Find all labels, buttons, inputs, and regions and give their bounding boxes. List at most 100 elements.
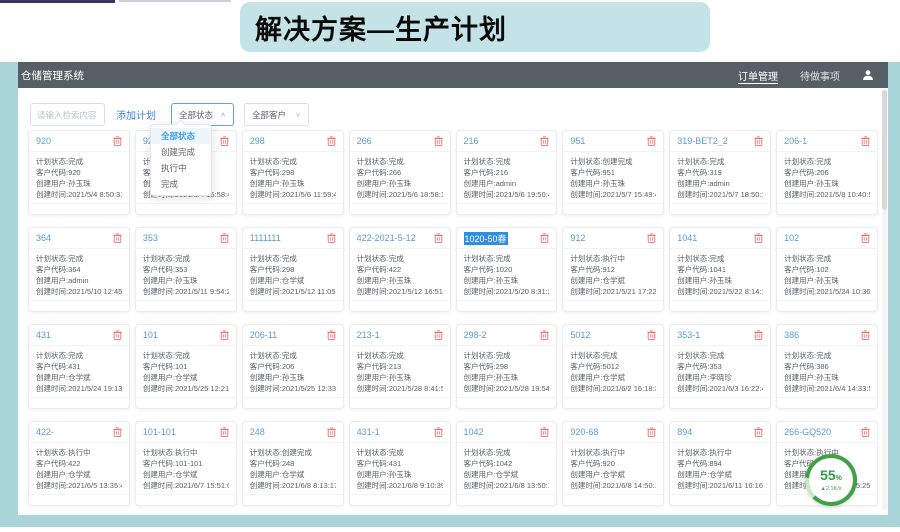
plan-id[interactable]: 216 (464, 136, 479, 146)
delete-icon[interactable] (754, 330, 763, 340)
dropdown-option[interactable]: 完成 (151, 176, 211, 192)
delete-icon[interactable] (327, 427, 336, 437)
plan-card[interactable]: 101-101 计划状态:执行中 客户代码:101-101 创建用户:仓学斌 创… (135, 421, 237, 506)
dropdown-option[interactable]: 执行中 (151, 160, 211, 176)
plan-card[interactable]: 319-BET2_2 计划状态:完成 客户代码:319 创建用户:admin 创… (669, 130, 771, 215)
plan-id[interactable]: 319-BET2_2 (677, 136, 728, 146)
plan-id[interactable]: 102 (784, 233, 799, 243)
plan-card[interactable]: 213-1 计划状态:完成 客户代码:213 创建用户:孙玉珠 创建时间:202… (349, 324, 451, 409)
delete-icon[interactable] (113, 136, 122, 146)
delete-icon[interactable] (220, 136, 229, 146)
plan-id[interactable]: 894 (677, 427, 692, 437)
plan-id[interactable]: 101 (143, 330, 158, 340)
dropdown-option[interactable]: 创建完成 (151, 144, 211, 160)
add-plan-button[interactable]: 添加计划 (116, 107, 156, 122)
plan-card[interactable]: 206-11 计划状态:完成 客户代码:206 创建用户:孙玉珠 创建时间:20… (242, 324, 344, 409)
delete-icon[interactable] (113, 330, 122, 340)
plan-card[interactable]: 422- 计划状态:执行中 客户代码:422 创建用户:仓学斌 创建时间:202… (28, 421, 130, 506)
delete-icon[interactable] (220, 427, 229, 437)
plan-card[interactable]: 101 计划状态:完成 客户代码:101 创建用户:仓学斌 创建时间:2021/… (135, 324, 237, 409)
delete-icon[interactable] (754, 233, 763, 243)
delete-icon[interactable] (113, 233, 122, 243)
plan-id[interactable]: 101-101 (143, 427, 176, 437)
plan-id[interactable]: 1111111 (250, 233, 281, 243)
delete-icon[interactable] (540, 330, 549, 340)
plan-id[interactable]: 266 (357, 136, 372, 146)
plan-card[interactable]: 951 计划状态:创建完成 客户代码:951 创建用户:孙玉珠 创建时间:202… (562, 130, 664, 215)
plan-id[interactable]: 1020-50春 (464, 232, 508, 245)
plan-id[interactable]: 951 (570, 136, 585, 146)
plan-id[interactable]: 213-1 (357, 330, 380, 340)
scrollbar-thumb[interactable] (882, 90, 887, 210)
delete-icon[interactable] (540, 233, 549, 243)
search-input[interactable] (30, 103, 105, 126)
plan-id[interactable]: 364 (36, 233, 51, 243)
delete-icon[interactable] (647, 136, 656, 146)
customer-select[interactable]: 全部客户 ∨ (244, 103, 309, 126)
plan-id[interactable]: 298 (250, 136, 265, 146)
delete-icon[interactable] (327, 233, 336, 243)
plan-id[interactable]: 920-68 (570, 427, 598, 437)
plan-id[interactable]: 248 (250, 427, 265, 437)
plan-id[interactable]: 353 (143, 233, 158, 243)
delete-icon[interactable] (647, 427, 656, 437)
plan-card[interactable]: 5012 计划状态:完成 客户代码:5012 创建用户:仓学斌 创建时间:202… (562, 324, 664, 409)
delete-icon[interactable] (861, 427, 870, 437)
delete-icon[interactable] (861, 233, 870, 243)
plan-id[interactable]: 5012 (570, 330, 590, 340)
plan-card[interactable]: 1041 计划状态:完成 客户代码:1041 创建用户:孙玉珠 创建时间:202… (669, 227, 771, 312)
plan-card[interactable]: 298-2 计划状态:完成 客户代码:298 创建用户:孙玉珠 创建时间:202… (456, 324, 558, 409)
plan-card[interactable]: 920-68 计划状态:执行中 客户代码:920 创建用户:仓学斌 创建时间:2… (562, 421, 664, 506)
dropdown-option[interactable]: 全部状态 (151, 128, 211, 144)
plan-card[interactable]: 298 计划状态:完成 客户代码:298 创建用户:孙玉珠 创建时间:2021/… (242, 130, 344, 215)
plan-id[interactable]: 422-2021-5-12 (357, 233, 416, 243)
plan-card[interactable]: 386 计划状态:完成 客户代码:386 创建用户:孙玉珠 创建时间:2021/… (776, 324, 878, 409)
delete-icon[interactable] (434, 233, 443, 243)
delete-icon[interactable] (754, 136, 763, 146)
delete-icon[interactable] (647, 330, 656, 340)
delete-icon[interactable] (434, 136, 443, 146)
plan-id[interactable]: 1042 (464, 427, 484, 437)
plan-id[interactable]: 1041 (677, 233, 697, 243)
plan-card[interactable]: 894 计划状态:执行中 客户代码:894 创建用户:仓学斌 创建时间:2021… (669, 421, 771, 506)
delete-icon[interactable] (861, 136, 870, 146)
scrollbar[interactable] (882, 90, 887, 510)
delete-icon[interactable] (220, 330, 229, 340)
plan-card[interactable]: 248 计划状态:创建完成 客户代码:248 创建用户:仓学斌 创建时间:202… (242, 421, 344, 506)
delete-icon[interactable] (434, 427, 443, 437)
plan-id[interactable]: 386 (784, 330, 799, 340)
plan-id[interactable]: 298-2 (464, 330, 487, 340)
delete-icon[interactable] (540, 136, 549, 146)
plan-card[interactable]: 102 计划状态:完成 客户代码:102 创建用户:孙玉珠 创建时间:2021/… (776, 227, 878, 312)
nav-todo-items[interactable]: 待做事项 (800, 68, 840, 83)
plan-card[interactable]: 353-1 计划状态:完成 客户代码:353 创建用户:李晓珍 创建时间:202… (669, 324, 771, 409)
delete-icon[interactable] (861, 330, 870, 340)
delete-icon[interactable] (540, 427, 549, 437)
plan-card[interactable]: 206-1 计划状态:完成 客户代码:206 创建用户:孙玉珠 创建时间:202… (776, 130, 878, 215)
plan-card[interactable]: 353 计划状态:完成 客户代码:353 创建用户:孙玉珠 创建时间:2021/… (135, 227, 237, 312)
plan-card[interactable]: 431 计划状态:完成 客户代码:431 创建用户:仓学斌 创建时间:2021/… (28, 324, 130, 409)
plan-id[interactable]: 920 (36, 136, 51, 146)
plan-id[interactable]: 422- (36, 427, 54, 437)
plan-card[interactable]: 216 计划状态:完成 客户代码:216 创建用户:admin 创建时间:202… (456, 130, 558, 215)
delete-icon[interactable] (327, 330, 336, 340)
plan-card[interactable]: 431-1 计划状态:完成 客户代码:431 创建用户:孙玉珠 创建时间:202… (349, 421, 451, 506)
delete-icon[interactable] (220, 233, 229, 243)
nav-order-management[interactable]: 订单管理 (738, 68, 778, 83)
user-icon[interactable] (862, 69, 874, 81)
plan-id[interactable]: 353-1 (677, 330, 700, 340)
plan-card[interactable]: 1020-50春 计划状态:完成 客户代码:1020 创建用户:孙玉珠 创建时间… (456, 227, 558, 312)
plan-card[interactable]: 364 计划状态:完成 客户代码:364 创建用户:admin 创建时间:202… (28, 227, 130, 312)
plan-id[interactable]: 431 (36, 330, 51, 340)
plan-id[interactable]: 206-11 (250, 330, 277, 340)
plan-card[interactable]: 1042 计划状态:完成 客户代码:1042 创建用户:仓学斌 创建时间:202… (456, 421, 558, 506)
plan-id[interactable]: 912 (570, 233, 585, 243)
plan-card[interactable]: 1111111 计划状态:完成 客户代码:298 创建用户:仓学斌 创建时间:2… (242, 227, 344, 312)
delete-icon[interactable] (647, 233, 656, 243)
delete-icon[interactable] (327, 136, 336, 146)
plan-card[interactable]: 912 计划状态:执行中 客户代码:912 创建用户:仓学斌 创建时间:2021… (562, 227, 664, 312)
plan-id[interactable]: 206-1 (784, 136, 807, 146)
plan-card[interactable]: 266 计划状态:完成 客户代码:266 创建用户:孙玉珠 创建时间:2021/… (349, 130, 451, 215)
plan-id[interactable]: 266-GQ520 (784, 427, 831, 437)
plan-card[interactable]: 422-2021-5-12 计划状态:完成 客户代码:422 创建用户:孙玉珠 … (349, 227, 451, 312)
